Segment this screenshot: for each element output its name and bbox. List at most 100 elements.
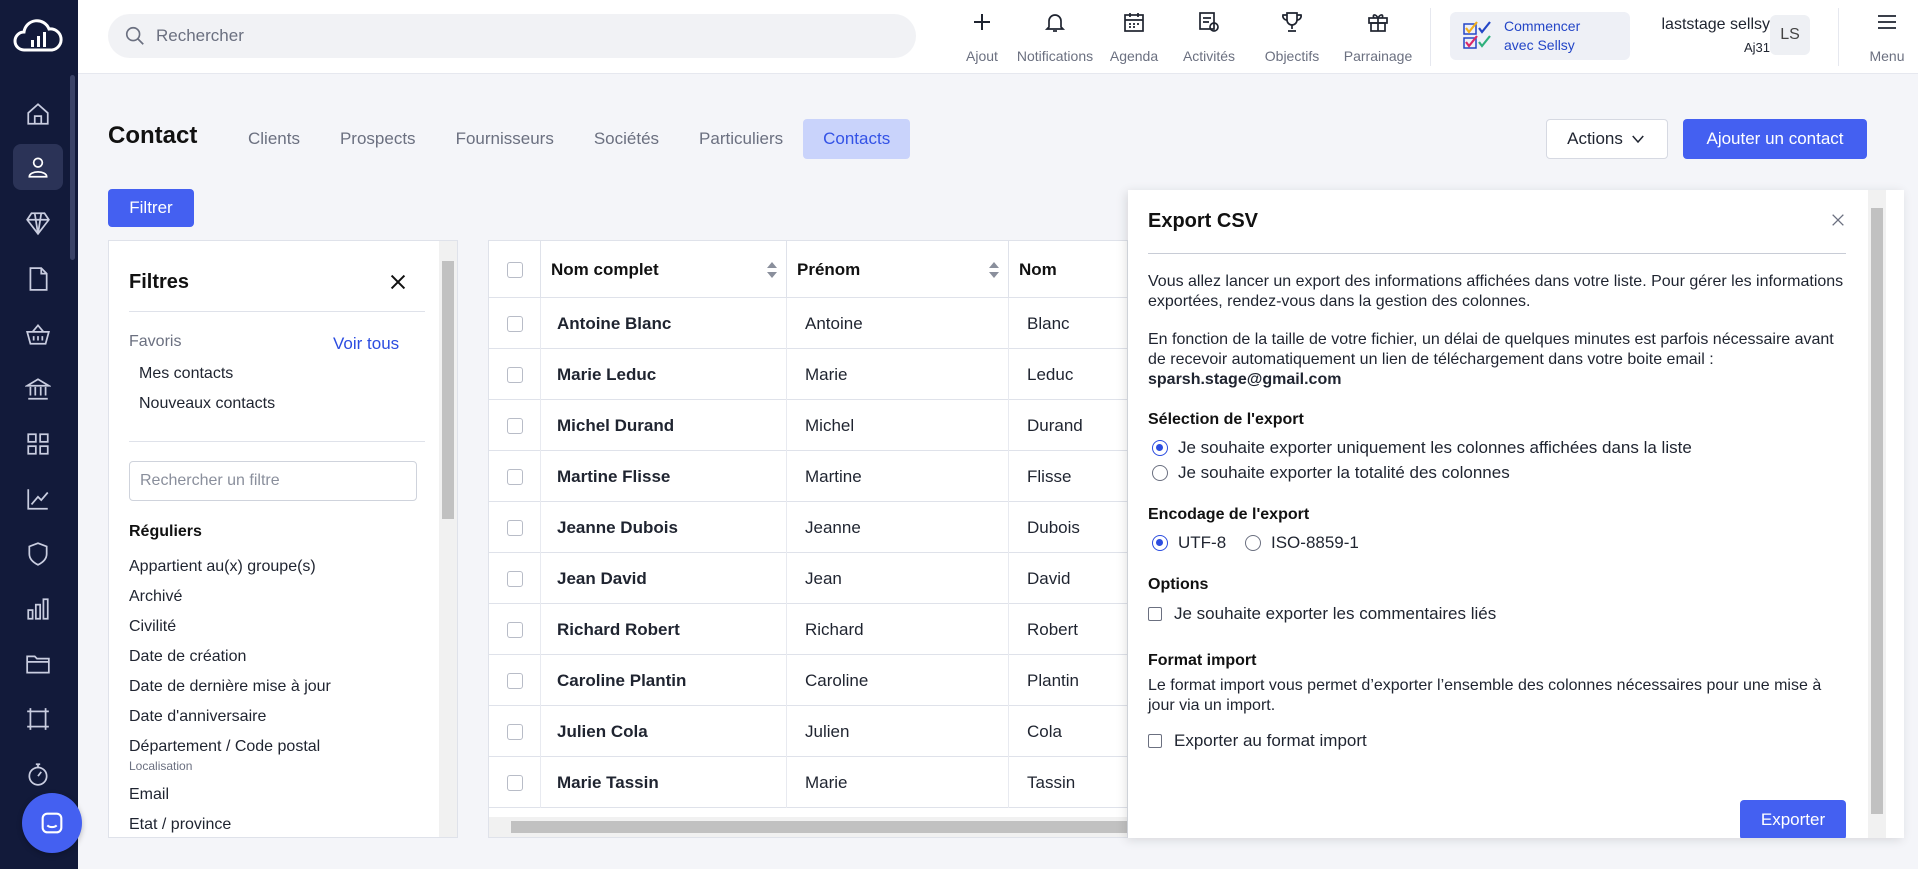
select-all-checkbox[interactable]	[506, 261, 523, 278]
column-header-full-name[interactable]: Nom complet	[541, 241, 787, 298]
cell-full-name[interactable]: Marie Leduc	[541, 349, 787, 400]
nav-security[interactable]	[13, 531, 63, 577]
user-name[interactable]: laststage sellsy	[1630, 16, 1771, 34]
nav-contacts[interactable]	[13, 144, 63, 190]
sidebar-scrollbar[interactable]	[70, 75, 75, 260]
filter-item[interactable]: Etat / province	[129, 816, 231, 834]
nav-files[interactable]	[13, 641, 63, 687]
close-icon[interactable]	[387, 271, 409, 293]
panel-scrollbar[interactable]	[1868, 190, 1886, 838]
favorite-filter-item[interactable]: Nouveaux contacts	[139, 395, 275, 413]
radio-indicator[interactable]	[1245, 535, 1261, 551]
nav-home[interactable]	[13, 91, 63, 137]
cell-full-name[interactable]: Martine Flisse	[541, 451, 787, 502]
filter-item[interactable]: Archivé	[129, 588, 182, 606]
cell-full-name[interactable]: Richard Robert	[541, 604, 787, 655]
radio-indicator[interactable]	[1152, 535, 1168, 551]
table-row[interactable]: Julien Cola Julien Cola	[489, 706, 1127, 757]
checkbox-box[interactable]	[1148, 734, 1162, 748]
row-checkbox[interactable]	[506, 570, 523, 587]
row-checkbox[interactable]	[506, 672, 523, 689]
scrollbar-thumb[interactable]	[1871, 208, 1883, 814]
objectives-button[interactable]: Objectifs	[1255, 10, 1329, 64]
checkbox-export-import-format[interactable]: Exporter au format import	[1148, 731, 1367, 751]
row-checkbox[interactable]	[506, 366, 523, 383]
add-contact-button[interactable]: Ajouter un contact	[1683, 119, 1867, 159]
see-all-link[interactable]: Voir tous	[333, 334, 399, 354]
nav-documents[interactable]	[13, 256, 63, 302]
row-checkbox[interactable]	[506, 468, 523, 485]
tab-contacts[interactable]: Contacts	[803, 119, 911, 159]
radio-indicator[interactable]	[1152, 440, 1168, 456]
referral-button[interactable]: Parrainage	[1336, 10, 1420, 64]
tab-prospects[interactable]: Prospects	[320, 119, 436, 159]
filter-item[interactable]: Date d'anniversaire	[129, 708, 266, 726]
nav-bank[interactable]	[13, 366, 63, 412]
column-header-last-name[interactable]: Nom	[1009, 241, 1127, 298]
row-checkbox[interactable]	[506, 774, 523, 791]
scrollbar-thumb[interactable]	[511, 821, 1127, 833]
column-header-first-name[interactable]: Prénom	[787, 241, 1009, 298]
checkbox-box[interactable]	[1148, 607, 1162, 621]
menu-button[interactable]: Menu	[1858, 10, 1916, 64]
notifications-button[interactable]: Notifications	[1005, 10, 1105, 64]
row-checkbox[interactable]	[506, 621, 523, 638]
filter-search-input[interactable]: Rechercher un filtre	[129, 461, 417, 501]
row-checkbox[interactable]	[506, 417, 523, 434]
checkbox-export-comments[interactable]: Je souhaite exporter les commentaires li…	[1148, 604, 1496, 624]
filter-item[interactable]: Email	[129, 786, 169, 804]
row-checkbox[interactable]	[506, 723, 523, 740]
row-checkbox[interactable]	[506, 519, 523, 536]
nav-stats[interactable]	[13, 586, 63, 632]
filter-item[interactable]: Civilité	[129, 618, 176, 636]
export-button[interactable]: Exporter	[1740, 800, 1846, 838]
filter-item[interactable]: Département / Code postal	[129, 738, 320, 756]
cell-full-name[interactable]: Caroline Plantin	[541, 655, 787, 706]
table-row[interactable]: Caroline Plantin Caroline Plantin	[489, 655, 1127, 706]
filters-scrollbar[interactable]	[439, 241, 457, 837]
sort-icon[interactable]	[766, 261, 778, 279]
nav-sales[interactable]	[13, 311, 63, 357]
cloud-logo-icon[interactable]	[12, 16, 64, 56]
cell-full-name[interactable]: Michel Durand	[541, 400, 787, 451]
nav-opportunities[interactable]	[13, 200, 63, 246]
chat-launcher-button[interactable]	[22, 793, 82, 853]
scrollbar-thumb[interactable]	[442, 261, 454, 519]
table-row[interactable]: Marie Tassin Marie Tassin	[489, 757, 1127, 808]
close-icon[interactable]	[1830, 212, 1846, 228]
filter-item[interactable]: Date de dernière mise à jour	[129, 678, 331, 696]
table-row[interactable]: Richard Robert Richard Robert	[489, 604, 1127, 655]
tab-suppliers[interactable]: Fournisseurs	[436, 119, 574, 159]
cell-full-name[interactable]: Marie Tassin	[541, 757, 787, 808]
radio-export-all-columns[interactable]: Je souhaite exporter la totalité des col…	[1152, 463, 1510, 483]
cell-full-name[interactable]: Jean David	[541, 553, 787, 604]
sort-icon[interactable]	[988, 261, 1000, 279]
filter-button[interactable]: Filtrer	[108, 189, 194, 227]
agenda-button[interactable]: Agenda	[1099, 10, 1169, 64]
nav-analytics[interactable]	[13, 476, 63, 522]
radio-encoding-iso[interactable]: ISO-8859-1	[1245, 533, 1359, 553]
table-row[interactable]: Jean David Jean David	[489, 553, 1127, 604]
global-search-input[interactable]: Rechercher	[108, 14, 916, 58]
cell-full-name[interactable]: Julien Cola	[541, 706, 787, 757]
cell-full-name[interactable]: Jeanne Dubois	[541, 502, 787, 553]
row-checkbox[interactable]	[506, 315, 523, 332]
radio-encoding-utf8[interactable]: UTF-8	[1152, 533, 1226, 553]
activities-button[interactable]: Activités	[1171, 10, 1247, 64]
nav-frames[interactable]	[13, 696, 63, 742]
table-row[interactable]: Michel Durand Michel Durand	[489, 400, 1127, 451]
table-row[interactable]: Jeanne Dubois Jeanne Dubois	[489, 502, 1127, 553]
tab-individuals[interactable]: Particuliers	[679, 119, 803, 159]
favorite-filter-item[interactable]: Mes contacts	[139, 365, 233, 383]
nav-timer[interactable]	[13, 751, 63, 797]
table-row[interactable]: Antoine Blanc Antoine Blanc	[489, 298, 1127, 349]
table-row[interactable]: Martine Flisse Martine Flisse	[489, 451, 1127, 502]
radio-indicator[interactable]	[1152, 465, 1168, 481]
filter-item[interactable]: Appartient au(x) groupe(s)	[129, 558, 316, 576]
start-with-sellsy-card[interactable]: Commencer avec Sellsy	[1450, 12, 1630, 60]
nav-apps[interactable]	[13, 421, 63, 467]
radio-export-displayed-columns[interactable]: Je souhaite exporter uniquement les colo…	[1152, 438, 1692, 458]
cell-full-name[interactable]: Antoine Blanc	[541, 298, 787, 349]
actions-dropdown-button[interactable]: Actions	[1546, 119, 1668, 159]
table-row[interactable]: Marie Leduc Marie Leduc	[489, 349, 1127, 400]
